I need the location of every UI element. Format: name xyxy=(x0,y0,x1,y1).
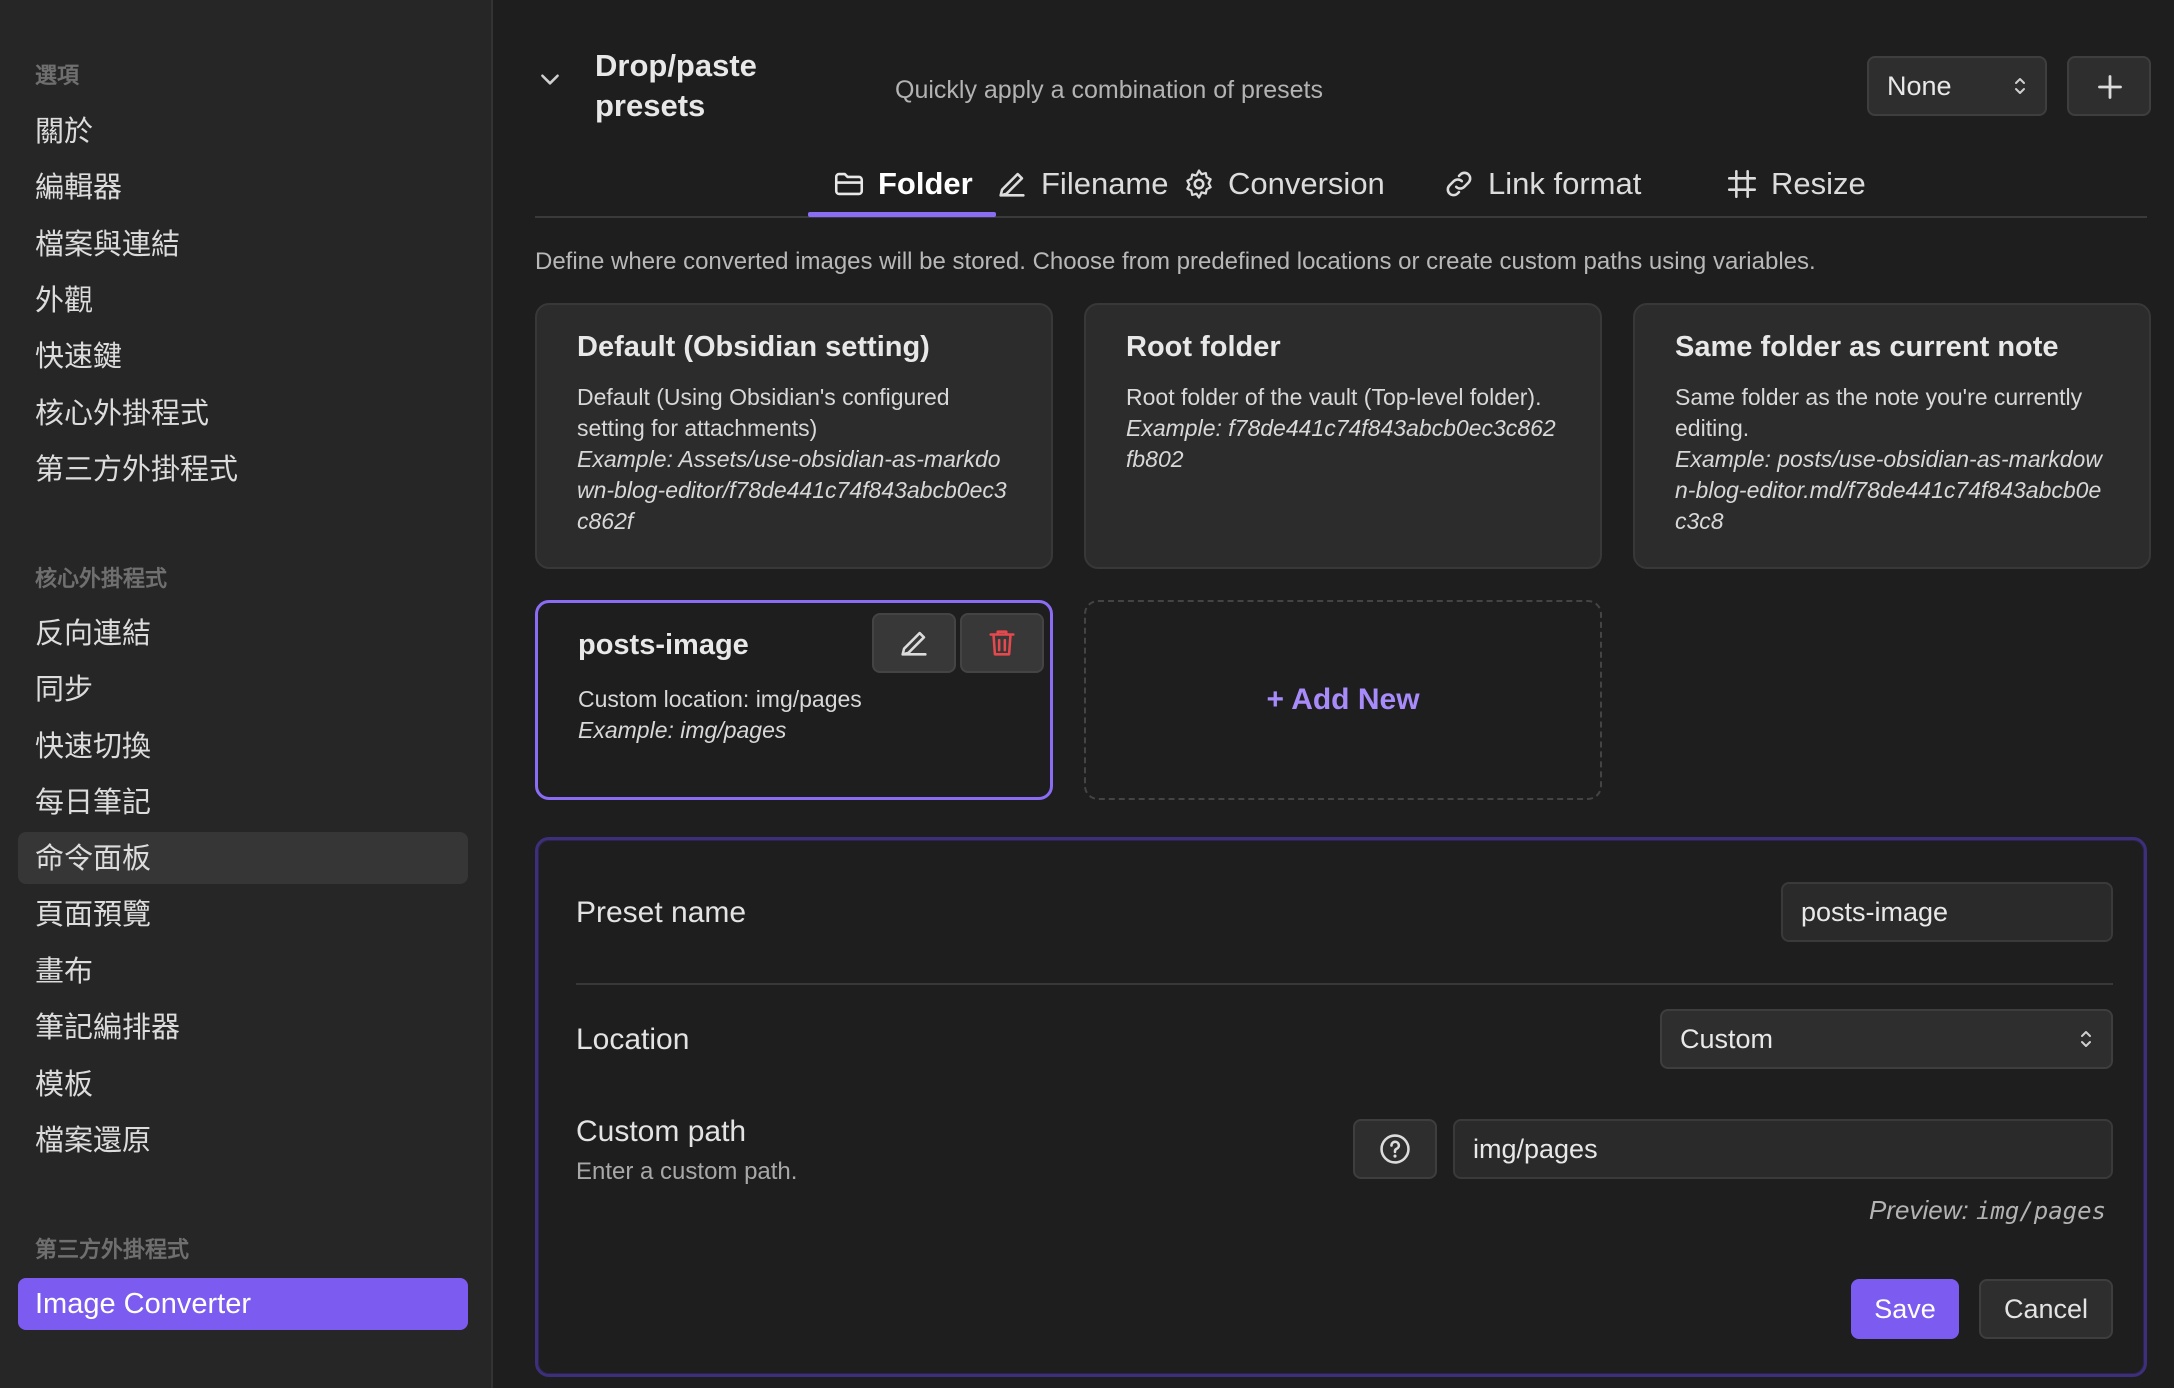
settings-tabs: Folder Filename Conversion Link format R… xyxy=(535,150,2147,218)
sidebar-item-image-converter[interactable]: Image Converter xyxy=(18,1278,468,1330)
folder-icon xyxy=(834,172,864,196)
folder-section-description: Define where converted images will be st… xyxy=(535,248,1816,275)
presets-title: Drop/paste presets xyxy=(595,48,757,123)
sidebar-item-canvas[interactable]: 畫布 xyxy=(18,945,468,997)
question-circle-icon xyxy=(1380,1134,1410,1164)
preset-edit-form: Preset name posts-image Location Custom … xyxy=(535,837,2147,1377)
sidebar-item-quick-switcher[interactable]: 快速切換 xyxy=(18,720,468,772)
path-preview: Preview: img/pages xyxy=(1869,1195,2106,1226)
tab-folder-label: Folder xyxy=(878,166,973,201)
card-description: Custom location: img/pages xyxy=(578,686,862,712)
card-example: Example: posts/use-obsidian-as-markdown-… xyxy=(1675,446,2102,534)
card-example: Example: Assets/use-obsidian-as-markdown… xyxy=(577,446,1007,534)
sidebar-item-note-composer[interactable]: 筆記編排器 xyxy=(18,1001,468,1053)
sidebar-heading-options: 選項 xyxy=(35,64,80,89)
tab-conversion[interactable]: Conversion xyxy=(1182,150,1385,218)
sidebar-item-file-recovery[interactable]: 檔案還原 xyxy=(18,1114,468,1166)
chevron-updown-icon xyxy=(2015,78,2025,94)
link-icon xyxy=(1446,171,1472,197)
preview-label: Preview: xyxy=(1869,1195,1969,1225)
card-description: Default (Using Obsidian's configured set… xyxy=(577,384,950,441)
location-select-value: Custom xyxy=(1680,1024,1774,1054)
sidebar-item-page-preview[interactable]: 頁面預覽 xyxy=(18,888,468,940)
preset-select-value: None xyxy=(1887,71,1952,101)
tab-resize[interactable]: Resize xyxy=(1725,150,1866,218)
preset-select[interactable]: None xyxy=(1867,56,2047,116)
location-card-posts-image[interactable]: posts-image Custom location: img/pages E… xyxy=(535,600,1053,800)
add-new-location-card[interactable]: + Add New xyxy=(1084,600,1602,800)
custom-path-label: Custom path xyxy=(576,1115,747,1148)
settings-content: Drop/paste presets Quickly apply a combi… xyxy=(495,0,2174,1388)
sidebar-item-sync[interactable]: 同步 xyxy=(18,663,468,715)
plus-icon xyxy=(2098,75,2122,99)
card-description: Same folder as the note you're currently… xyxy=(1675,384,2083,441)
sidebar-item-hotkeys[interactable]: 快速鍵 xyxy=(18,330,468,382)
crop-icon xyxy=(1727,169,1757,199)
preset-name-value: posts-image xyxy=(1801,896,1949,927)
location-select[interactable]: Custom xyxy=(1660,1009,2113,1069)
chevron-updown-icon xyxy=(2081,1031,2091,1047)
gear-icon xyxy=(1186,169,1212,199)
help-button[interactable] xyxy=(1353,1119,1437,1179)
cancel-button[interactable]: Cancel xyxy=(1979,1279,2113,1339)
sidebar-item-about[interactable]: 關於 xyxy=(18,105,468,157)
sidebar-item-backlinks[interactable]: 反向連結 xyxy=(18,607,468,659)
save-button[interactable]: Save xyxy=(1851,1279,1959,1339)
delete-preset-button[interactable] xyxy=(960,613,1044,673)
tab-link-format[interactable]: Link format xyxy=(1442,150,1641,218)
custom-path-value: img/pages xyxy=(1473,1133,1598,1164)
trash-icon xyxy=(989,630,1015,656)
sidebar-item-community-plugins[interactable]: 第三方外掛程式 xyxy=(18,443,468,495)
add-preset-button[interactable] xyxy=(2067,56,2151,116)
card-title: Root folder xyxy=(1126,331,1281,363)
sidebar-item-editor[interactable]: 編輯器 xyxy=(18,161,468,213)
custom-path-input[interactable]: img/pages xyxy=(1453,1119,2113,1179)
location-label: Location xyxy=(576,1023,690,1056)
custom-path-description: Enter a custom path. xyxy=(576,1158,798,1185)
tab-conversion-label: Conversion xyxy=(1228,166,1385,201)
tab-link-format-label: Link format xyxy=(1488,166,1642,201)
card-example: Example: f78de441c74f843abcb0ec3c862fb80… xyxy=(1126,415,1556,472)
sidebar-item-templates[interactable]: 模板 xyxy=(18,1058,468,1110)
sidebar-item-daily-notes[interactable]: 每日筆記 xyxy=(18,776,468,828)
sidebar-item-command-palette[interactable]: 命令面板 xyxy=(18,832,468,884)
edit-preset-button[interactable] xyxy=(872,613,956,673)
chevron-down-icon[interactable] xyxy=(537,66,563,92)
pencil-icon xyxy=(999,172,1025,197)
tab-filename-label: Filename xyxy=(1041,166,1169,201)
active-tab-indicator xyxy=(808,212,996,217)
preview-value: img/pages xyxy=(1975,1197,2106,1225)
card-title: Same folder as current note xyxy=(1675,331,2059,363)
tab-resize-label: Resize xyxy=(1771,166,1866,201)
card-description: Root folder of the vault (Top-level fold… xyxy=(1126,384,1542,410)
sidebar-item-appearance[interactable]: 外觀 xyxy=(18,274,468,326)
sidebar-item-core-plugins[interactable]: 核心外掛程式 xyxy=(18,387,468,439)
location-card-same-folder[interactable]: Same folder as current note Same folder … xyxy=(1633,303,2151,569)
presets-description: Quickly apply a combination of presets xyxy=(895,76,1323,104)
settings-sidebar: 選項 關於 編輯器 檔案與連結 外觀 快速鍵 核心外掛程式 第三方外掛程式 核心… xyxy=(0,0,493,1388)
tab-filename[interactable]: Filename xyxy=(995,150,1169,218)
card-example: Example: img/pages xyxy=(578,717,787,743)
form-divider xyxy=(576,983,2113,985)
add-new-label: + Add New xyxy=(1266,683,1420,716)
sidebar-heading-community-plugins: 第三方外掛程式 xyxy=(35,1238,190,1263)
sidebar-heading-core-plugins: 核心外掛程式 xyxy=(35,567,168,592)
location-card-root[interactable]: Root folder Root folder of the vault (To… xyxy=(1084,303,1602,569)
card-title: Default (Obsidian setting) xyxy=(577,331,930,363)
preset-name-input[interactable]: posts-image xyxy=(1781,882,2113,942)
preset-name-label: Preset name xyxy=(576,896,747,929)
location-card-default[interactable]: Default (Obsidian setting) Default (Usin… xyxy=(535,303,1053,569)
pencil-icon xyxy=(901,631,927,656)
sidebar-item-files-links[interactable]: 檔案與連結 xyxy=(18,218,468,270)
tab-folder[interactable]: Folder xyxy=(832,150,973,218)
